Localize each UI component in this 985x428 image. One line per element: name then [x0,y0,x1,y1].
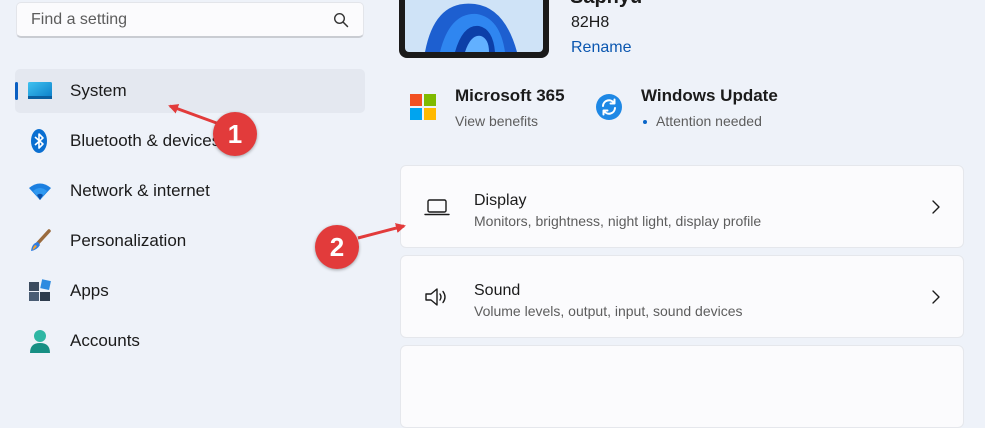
annotation-arrows [168,104,406,240]
next-setting-card[interactable] [400,345,964,428]
annotation-arrow-2 [357,223,406,240]
annotation-badge-1: 1 [213,112,257,156]
annotation-arrow-1 [168,104,223,127]
annotation-badge-2: 2 [315,225,359,269]
